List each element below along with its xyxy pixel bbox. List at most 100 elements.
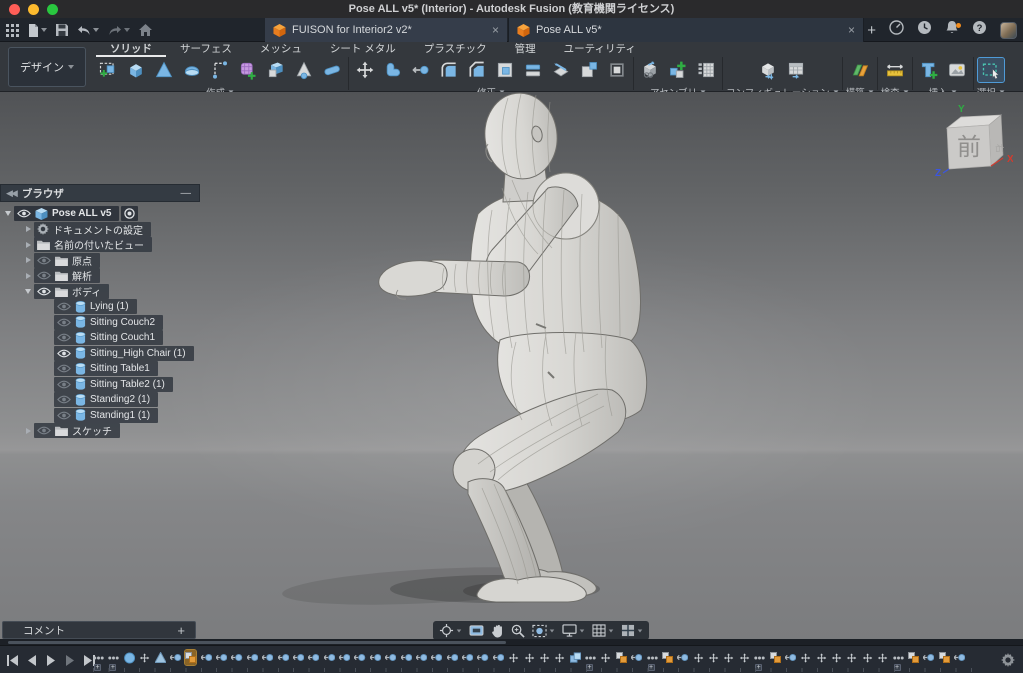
tree-item-Sitting Table2 (1)[interactable]: Sitting Table2 (1) bbox=[54, 377, 173, 392]
eye-icon[interactable] bbox=[37, 426, 51, 435]
ribbon-tab-プラスチック[interactable]: プラスチック bbox=[410, 43, 501, 57]
tree-item-Sitting Table1[interactable]: Sitting Table1 bbox=[54, 361, 158, 376]
toolbar-icon-cone-ball[interactable] bbox=[291, 58, 317, 82]
playback-skip-start-button[interactable] bbox=[6, 654, 19, 667]
tree-item-Standing1 (1)[interactable]: Standing1 (1) bbox=[54, 408, 158, 423]
timeline-item-component[interactable] bbox=[908, 650, 919, 665]
timeline-item-move[interactable] bbox=[524, 650, 535, 665]
eye-icon[interactable] bbox=[57, 318, 71, 327]
toolbar-icon-offset[interactable] bbox=[520, 58, 546, 82]
tree-row[interactable]: 原点 bbox=[0, 253, 200, 269]
tree-item-名前の付いたビュー[interactable]: 名前の付いたビュー bbox=[34, 237, 152, 252]
timeline-item-sketch-group[interactable]: + bbox=[754, 650, 765, 665]
timeline-item-sketch-group[interactable]: + bbox=[893, 650, 904, 665]
timeline-item-component[interactable] bbox=[939, 650, 950, 665]
tree-row[interactable]: ボディ bbox=[0, 284, 200, 300]
document-tab-interior[interactable]: FUISON for Interior2 v2* × bbox=[265, 18, 507, 42]
toolbar-icon-insert-link[interactable] bbox=[637, 58, 663, 82]
timeline-item-joint[interactable] bbox=[308, 650, 319, 665]
eye-icon[interactable] bbox=[37, 256, 51, 265]
timeline-item-joint[interactable] bbox=[293, 650, 304, 665]
viewport-canvas[interactable]: 前 右 Y X Z ◀◀ ブラウザ — Pose ALL v5ドキュメントの設定… bbox=[0, 92, 1023, 640]
tree-row[interactable]: Sitting Couch1 bbox=[0, 330, 200, 346]
eye-icon[interactable] bbox=[57, 395, 71, 404]
timeline-item-component[interactable] bbox=[616, 650, 627, 665]
toolbar-icon-scale[interactable] bbox=[576, 58, 602, 82]
timeline-item-joint[interactable] bbox=[262, 650, 273, 665]
toolbar-icon-mesh-plus[interactable] bbox=[235, 58, 261, 82]
timeline-item-move[interactable] bbox=[139, 650, 150, 665]
gauge-icon[interactable] bbox=[889, 20, 904, 40]
timeline-item-move[interactable] bbox=[816, 650, 827, 665]
timeline-item-joint[interactable] bbox=[954, 650, 965, 665]
playback-play-button[interactable] bbox=[44, 654, 57, 667]
tree-item-Standing2 (1)[interactable]: Standing2 (1) bbox=[54, 392, 158, 407]
notifications-bell-icon[interactable] bbox=[945, 20, 959, 40]
fullscreen-window-button[interactable] bbox=[47, 4, 58, 15]
navbar-grid-icon[interactable] bbox=[592, 624, 614, 637]
toolbar-icon-select-box[interactable] bbox=[978, 58, 1004, 82]
tree-row[interactable]: Pose ALL v5 bbox=[0, 206, 200, 222]
timeline-item-joint[interactable] bbox=[785, 650, 796, 665]
timeline-item-move[interactable] bbox=[554, 650, 565, 665]
tree-item-スケッチ[interactable]: スケッチ bbox=[34, 423, 120, 438]
comment-panel[interactable]: コメント + bbox=[2, 621, 196, 639]
navbar-orbit-icon[interactable] bbox=[439, 623, 462, 638]
timeline-item-joint[interactable] bbox=[631, 650, 642, 665]
toolbar-icon-insert-image[interactable] bbox=[944, 58, 970, 82]
eye-icon[interactable] bbox=[57, 411, 71, 420]
toolbar-icon-split[interactable] bbox=[548, 58, 574, 82]
timeline-item-joint[interactable] bbox=[216, 650, 227, 665]
toolbar-icon-measure[interactable] bbox=[882, 58, 908, 82]
timeline-item-component[interactable] bbox=[770, 650, 781, 665]
chevron-icon[interactable] bbox=[22, 273, 34, 279]
toolbar-icon-pipe[interactable] bbox=[319, 58, 345, 82]
timeline-item-joint[interactable] bbox=[231, 650, 242, 665]
timeline-item-move[interactable] bbox=[693, 650, 704, 665]
browser-minimize-icon[interactable]: — bbox=[181, 187, 192, 199]
eye-icon[interactable] bbox=[57, 349, 71, 358]
toolbar-icon-chamfer[interactable] bbox=[464, 58, 490, 82]
toolbar-icon-fillet[interactable] bbox=[436, 58, 462, 82]
tree-item-Sitting Couch1[interactable]: Sitting Couch1 bbox=[54, 330, 163, 345]
timeline-scrollbar-thumb[interactable] bbox=[8, 641, 506, 644]
chevron-icon[interactable] bbox=[22, 257, 34, 263]
toolbar-icon-press-pull[interactable] bbox=[380, 58, 406, 82]
tree-row[interactable]: スケッチ bbox=[0, 423, 200, 439]
timeline-item-joint[interactable] bbox=[493, 650, 504, 665]
timeline-item-move[interactable] bbox=[600, 650, 611, 665]
close-window-button[interactable] bbox=[9, 4, 20, 15]
timeline-item-joint[interactable] bbox=[339, 650, 350, 665]
tree-row[interactable]: Sitting Table2 (1) bbox=[0, 377, 200, 393]
home-view-button[interactable] bbox=[139, 24, 152, 36]
timeline-settings-gear-icon[interactable] bbox=[1001, 653, 1015, 672]
ribbon-tab-シート メタル[interactable]: シート メタル bbox=[316, 43, 410, 57]
ribbon-tab-管理[interactable]: 管理 bbox=[501, 43, 550, 57]
tree-item-Lying (1)[interactable]: Lying (1) bbox=[54, 299, 137, 314]
timeline-item-move[interactable] bbox=[508, 650, 519, 665]
tree-row[interactable]: Sitting_High Chair (1) bbox=[0, 346, 200, 362]
navbar-lookat-icon[interactable] bbox=[469, 624, 484, 637]
navbar-fit-icon[interactable] bbox=[532, 624, 555, 638]
tree-row[interactable]: 解析 bbox=[0, 268, 200, 284]
toolbar-icon-shell[interactable] bbox=[492, 58, 518, 82]
timeline-item-move[interactable] bbox=[846, 650, 857, 665]
toolbar-icon-move[interactable] bbox=[352, 58, 378, 82]
tree-item-ボディ[interactable]: ボディ bbox=[34, 284, 109, 299]
eye-icon[interactable] bbox=[57, 302, 71, 311]
timeline-item-joint[interactable] bbox=[477, 650, 488, 665]
timeline-item-joint[interactable] bbox=[416, 650, 427, 665]
playback-step-forward-button[interactable] bbox=[63, 654, 76, 667]
toolbar-icon-insert-text[interactable] bbox=[916, 58, 942, 82]
toolbar-icon-new-component[interactable] bbox=[665, 58, 691, 82]
navbar-zoom-icon[interactable] bbox=[511, 624, 525, 638]
chevron-icon[interactable] bbox=[22, 242, 34, 248]
timeline-item-move[interactable] bbox=[708, 650, 719, 665]
toolbar-icon-extrude[interactable] bbox=[123, 58, 149, 82]
timeline-item-component-selected[interactable] bbox=[185, 650, 196, 665]
timeline-item-joint[interactable] bbox=[324, 650, 335, 665]
toolbar-icon-replace-face[interactable] bbox=[408, 58, 434, 82]
tree-item-原点[interactable]: 原点 bbox=[34, 253, 100, 268]
toolbar-icon-revolve[interactable] bbox=[179, 58, 205, 82]
ribbon-tab-メッシュ[interactable]: メッシュ bbox=[246, 43, 316, 57]
